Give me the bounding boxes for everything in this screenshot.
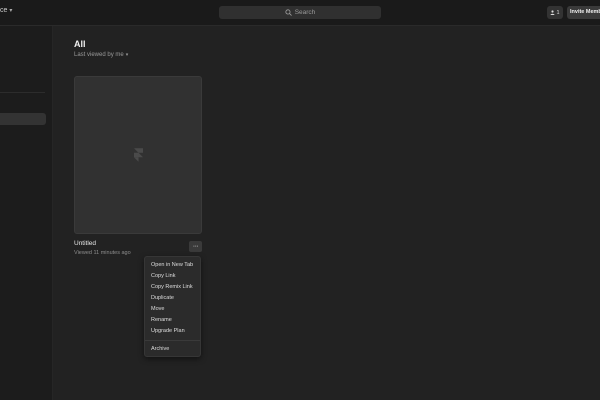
user-icon <box>550 10 555 15</box>
menu-item-move[interactable]: Move <box>145 304 200 315</box>
search-placeholder: Search <box>294 9 316 16</box>
sort-dropdown[interactable]: Last viewed by me ▾ <box>74 52 128 58</box>
menu-item-duplicate[interactable]: Duplicate <box>145 293 200 304</box>
invite-members-button[interactable]: Invite Members <box>567 6 600 19</box>
main-content: All Last viewed by me ▾ Untitled Viewed 1… <box>54 26 600 400</box>
file-context-menu: Open in New Tab Copy Link Copy Remix Lin… <box>144 256 201 357</box>
menu-item-open-new-tab[interactable]: Open in New Tab <box>145 260 200 271</box>
sidebar-item-active[interactable] <box>0 113 46 125</box>
workspace-label: ce <box>0 7 8 14</box>
sidebar-divider <box>0 92 45 93</box>
menu-item-archive[interactable]: Archive <box>145 344 200 355</box>
file-thumbnail[interactable] <box>74 76 202 234</box>
search-input[interactable]: Search <box>219 6 381 19</box>
chevron-down-icon: ▾ <box>9 8 13 14</box>
top-bar: ce▾ Search 1 Invite Members <box>0 0 600 26</box>
file-last-viewed: Viewed 11 minutes ago <box>74 250 131 256</box>
more-options-button[interactable]: ··· <box>189 241 202 252</box>
menu-item-rename[interactable]: Rename <box>145 315 200 326</box>
member-count: 1 <box>556 9 560 16</box>
framer-logo-icon <box>133 148 143 162</box>
members-button[interactable]: 1 <box>547 6 563 19</box>
chevron-down-icon: ▾ <box>125 52 129 58</box>
menu-item-copy-link[interactable]: Copy Link <box>145 271 200 282</box>
page-title: All <box>74 39 86 49</box>
workspace-switcher[interactable]: ce ▾ <box>0 7 12 14</box>
menu-divider <box>145 340 200 341</box>
file-name[interactable]: Untitled <box>74 240 96 247</box>
search-icon <box>285 9 292 16</box>
menu-item-copy-remix-link[interactable]: Copy Remix Link <box>145 282 200 293</box>
sidebar <box>0 26 53 400</box>
sort-label: Last viewed by me <box>74 52 124 58</box>
menu-item-upgrade-plan[interactable]: Upgrade Plan <box>145 326 200 337</box>
